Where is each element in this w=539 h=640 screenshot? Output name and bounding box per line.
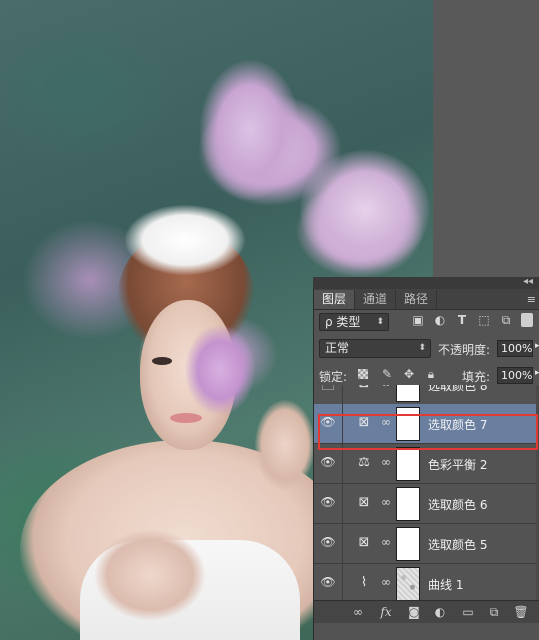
eye-icon[interactable]	[320, 385, 336, 394]
opacity-dropdown-icon[interactable]: ▸	[535, 341, 539, 351]
layer-mask-thumbnail[interactable]	[396, 487, 420, 521]
chain-link-icon[interactable]: ∞	[381, 495, 391, 509]
selective-color-icon: ⊠	[358, 535, 370, 550]
layer-row[interactable]: 👁︎ ⌇ ∞ 曲线 1	[314, 564, 539, 604]
layer-name[interactable]: 选取颜色 5	[428, 536, 487, 553]
chain-link-icon[interactable]: ∞	[381, 455, 391, 469]
add-mask-icon[interactable]: ◙	[406, 604, 422, 620]
chain-link-icon[interactable]: ∞	[381, 575, 391, 589]
flower-cluster-top	[200, 60, 300, 200]
collapse-icon[interactable]: ◂◂	[523, 276, 533, 287]
layer-mask-thumbnail[interactable]	[396, 527, 420, 561]
layer-name[interactable]: 色彩平衡 2	[428, 456, 487, 473]
flower-over-eye	[185, 325, 255, 415]
layer-name[interactable]: 选取颜色 8	[428, 385, 487, 394]
filter-adjustment-icon[interactable]: ◐	[433, 313, 447, 327]
fill-input[interactable]: 100%	[497, 367, 533, 384]
lips	[170, 413, 202, 423]
blend-mode-select[interactable]: 正常 ⬍	[319, 339, 431, 358]
hand-right	[255, 400, 315, 490]
layer-row-selected[interactable]: 👁︎ ⊠ ∞ 选取颜色 7	[314, 404, 539, 444]
layer-mask-thumbnail[interactable]	[396, 407, 420, 441]
filter-type-icon[interactable]: T	[455, 313, 469, 327]
link-layers-icon[interactable]: ∞	[350, 604, 366, 620]
filter-pixel-icon[interactable]: ▣	[411, 313, 425, 327]
blend-mode-value: 正常	[325, 341, 350, 355]
filter-type-label: ρ 类型	[325, 315, 361, 329]
eye-icon[interactable]: 👁︎	[320, 495, 336, 511]
panel-tabs: 图层 通道 路径 ≡	[314, 289, 539, 310]
selective-color-icon: ⊠	[358, 415, 370, 430]
lock-row: 锁定: ✎ ✥ 🔒︎ 填充: 100% ▸	[314, 366, 539, 386]
layer-row[interactable]: 👁︎ ⊠ ∞ 选取颜色 6	[314, 484, 539, 524]
filter-smartobject-icon[interactable]: ⧉	[499, 313, 513, 327]
opacity-label: 不透明度:	[438, 343, 491, 357]
flower-headpiece	[125, 205, 245, 275]
filter-row: ρ 类型 ⬍ ▣ ◐ T ⬚ ⧉	[314, 313, 539, 333]
color-balance-icon: ⚖	[358, 455, 370, 470]
layer-name[interactable]: 曲线 1	[428, 576, 463, 593]
lock-transparent-icon[interactable]	[358, 369, 368, 379]
lock-pixels-icon[interactable]: ✎	[380, 367, 394, 381]
layer-name[interactable]: 选取颜色 6	[428, 496, 487, 513]
filter-type-select[interactable]: ρ 类型 ⬍	[319, 313, 389, 331]
chain-link-icon[interactable]: ∞	[381, 535, 391, 549]
layer-row[interactable]: 👁︎ ⚖ ∞ 色彩平衡 2	[314, 444, 539, 484]
layer-row[interactable]: ⊠ ∞ 选取颜色 8	[314, 385, 539, 405]
filter-shape-icon[interactable]: ⬚	[477, 313, 491, 327]
layer-list[interactable]: ⊠ ∞ 选取颜色 8 👁︎ ⊠ ∞ 选取颜色 7 👁︎ ⚖ ∞ 色彩平衡 2 👁…	[314, 385, 539, 609]
layer-mask-thumbnail[interactable]	[396, 385, 420, 402]
eye-icon[interactable]: 👁︎	[320, 415, 336, 431]
fill-dropdown-icon[interactable]: ▸	[535, 368, 539, 378]
tab-layers[interactable]: 图层	[314, 290, 356, 309]
layer-style-fx-icon[interactable]: fx	[378, 604, 394, 620]
flower-cluster-right	[300, 150, 430, 270]
layer-row[interactable]: 👁︎ ⊠ ∞ 选取颜色 5	[314, 524, 539, 564]
chevron-updown-icon: ⬍	[376, 317, 384, 327]
eye-icon[interactable]: 👁︎	[320, 455, 336, 471]
layer-name[interactable]: 选取颜色 7	[428, 416, 487, 433]
chevron-updown-icon: ⬍	[418, 343, 426, 353]
lock-all-icon[interactable]: 🔒︎	[424, 367, 438, 382]
eye-left	[152, 357, 172, 365]
filter-toggle-icon[interactable]	[521, 313, 533, 327]
tab-paths[interactable]: 路径	[396, 290, 438, 309]
fill-label: 填充:	[462, 370, 491, 384]
new-adjustment-layer-icon[interactable]: ◐	[432, 604, 448, 620]
layers-panel: 图层 通道 路径 ≡ ρ 类型 ⬍ ▣ ◐ T ⬚ ⧉ 正常 ⬍ 不透明度: 1…	[313, 289, 539, 640]
curves-icon: ⌇	[360, 575, 368, 590]
layers-bottom-toolbar: ∞ fx ◙ ◐ ▭ ⧉ 🗑︎	[314, 600, 539, 623]
layer-mask-thumbnail[interactable]	[396, 447, 420, 481]
layer-mask-thumbnail[interactable]	[396, 567, 420, 601]
chain-link-icon[interactable]: ∞	[381, 415, 391, 429]
trash-icon[interactable]: 🗑︎	[513, 604, 529, 620]
lock-position-icon[interactable]: ✥	[402, 367, 416, 381]
selective-color-icon: ⊠	[358, 495, 370, 510]
tab-channels[interactable]: 通道	[355, 290, 397, 309]
new-layer-icon[interactable]: ⧉	[486, 604, 502, 620]
selective-color-icon: ⊠	[356, 385, 372, 392]
new-group-folder-icon[interactable]: ▭	[460, 604, 476, 620]
blend-row: 正常 ⬍ 不透明度: 100% ▸	[314, 339, 539, 359]
eye-icon[interactable]: 👁︎	[320, 535, 336, 551]
panel-menu-icon[interactable]: ≡	[527, 290, 536, 309]
eye-icon[interactable]: 👁︎	[320, 575, 336, 591]
hand-left	[95, 530, 205, 620]
chain-link-icon[interactable]: ∞	[381, 385, 391, 390]
opacity-input[interactable]: 100%	[497, 340, 533, 357]
lock-label: 锁定:	[319, 370, 348, 384]
